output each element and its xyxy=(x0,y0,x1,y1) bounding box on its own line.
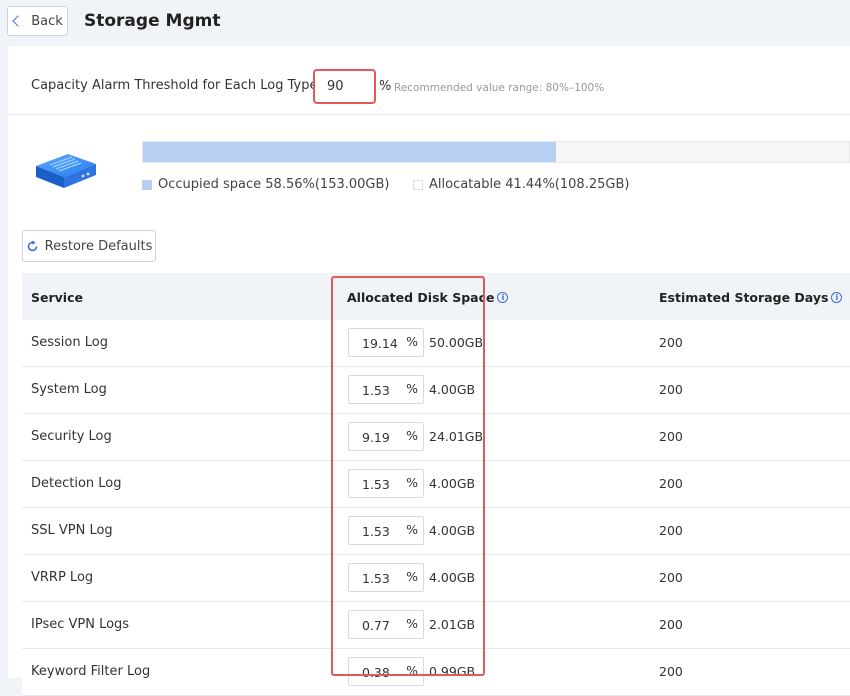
allocated-percent-value: 0.77 xyxy=(362,618,390,633)
allocated-size: 50.00GB xyxy=(429,335,484,350)
page-header: Back Storage Mgmt xyxy=(0,0,850,46)
allocated-percent-value: 9.19 xyxy=(362,430,390,445)
service-name: VRRP Log xyxy=(31,570,94,585)
allocated-percent-input[interactable]: 0.38% xyxy=(348,657,424,686)
header-days-label: Estimated Storage Days xyxy=(659,290,829,305)
percent-unit: % xyxy=(406,522,418,537)
allocated-size: 4.00GB xyxy=(429,570,476,585)
allocated-percent-input[interactable]: 1.53% xyxy=(348,469,424,498)
legend-allocatable: Allocatable 41.44%(108.25GB) xyxy=(413,177,629,192)
allocated-percent-input[interactable]: 1.53% xyxy=(348,563,424,592)
percent-unit: % xyxy=(406,428,418,443)
header-allocated-label: Allocated Disk Space xyxy=(347,290,495,305)
table-row: SSL VPN Log 1.53% 4.00GB 200 xyxy=(22,508,850,555)
storage-days: 200 xyxy=(659,570,683,585)
refresh-icon xyxy=(27,240,37,251)
disk-icon xyxy=(36,154,96,188)
percent-unit: % xyxy=(406,616,418,631)
page-title: Storage Mgmt xyxy=(84,11,221,31)
table-header: Service Allocated Disk Space i Estimated… xyxy=(22,273,850,320)
table-row: Security Log 9.19% 24.01GB 200 xyxy=(22,414,850,461)
back-label: Back xyxy=(31,13,63,29)
chevron-left-icon xyxy=(12,15,24,27)
allocated-percent-value: 1.53 xyxy=(362,383,390,398)
allocated-size: 0.99GB xyxy=(429,664,476,679)
percent-unit: % xyxy=(406,381,418,396)
service-name: System Log xyxy=(31,382,107,397)
allocated-percent-input[interactable]: 1.53% xyxy=(348,516,424,545)
threshold-row: Capacity Alarm Threshold for Each Log Ty… xyxy=(8,46,850,115)
allocated-percent-input[interactable]: 1.53% xyxy=(348,375,424,404)
storage-days: 200 xyxy=(659,382,683,397)
restore-defaults-button[interactable]: Restore Defaults xyxy=(22,230,156,262)
occupied-label: Occupied space 58.56%(153.00GB) xyxy=(158,177,390,192)
storage-days: 200 xyxy=(659,617,683,632)
header-allocated: Allocated Disk Space i xyxy=(347,290,509,305)
allocated-size: 24.01GB xyxy=(429,429,484,444)
occupied-swatch xyxy=(142,179,152,190)
legend-occupied: Occupied space 58.56%(153.00GB) xyxy=(142,177,389,192)
threshold-input[interactable]: 90 xyxy=(313,69,376,104)
threshold-label: Capacity Alarm Threshold for Each Log Ty… xyxy=(31,78,322,93)
allocated-size: 4.00GB xyxy=(429,476,476,491)
storage-days: 200 xyxy=(659,523,683,538)
storage-days: 200 xyxy=(659,664,683,679)
storage-days: 200 xyxy=(659,335,683,350)
header-days: Estimated Storage Days i xyxy=(659,290,843,305)
allocated-percent-value: 1.53 xyxy=(362,524,390,539)
table-row: Session Log 19.14% 50.00GB 200 xyxy=(22,320,850,367)
usage-bar-fill xyxy=(143,142,557,162)
restore-defaults-label: Restore Defaults xyxy=(44,238,153,254)
content-panel: Capacity Alarm Threshold for Each Log Ty… xyxy=(8,46,850,696)
table-body: Session Log 19.14% 50.00GB 200 System Log 1.5… xyxy=(22,320,850,696)
header-service-label: Service xyxy=(31,290,83,305)
back-button[interactable]: Back xyxy=(7,6,68,36)
percent-unit: % xyxy=(406,334,418,349)
table-row: Keyword Filter Log 0.38% 0.99GB 200 xyxy=(22,649,850,696)
info-icon[interactable]: i xyxy=(831,292,843,303)
storage-days: 200 xyxy=(659,429,683,444)
table-row: System Log 1.53% 4.00GB 200 xyxy=(22,367,850,414)
storage-days: 200 xyxy=(659,476,683,491)
threshold-hint: Recommended value range: 80%–100% xyxy=(394,82,605,94)
allocated-percent-value: 1.53 xyxy=(362,571,390,586)
allocated-percent-input[interactable]: 0.77% xyxy=(348,610,424,639)
allocated-percent-value: 1.53 xyxy=(362,477,390,492)
allocated-percent-input[interactable]: 19.14% xyxy=(348,328,424,357)
table-row: Detection Log 1.53% 4.00GB 200 xyxy=(22,461,850,508)
percent-unit: % xyxy=(406,663,418,678)
storage-table: Service Allocated Disk Space i Estimated… xyxy=(22,273,850,696)
percent-unit: % xyxy=(406,569,418,584)
allocated-percent-input[interactable]: 9.19% xyxy=(348,422,424,451)
table-row: IPsec VPN Logs 0.77% 2.01GB 200 xyxy=(22,602,850,649)
allocated-percent-value: 19.14 xyxy=(362,336,398,351)
allocatable-swatch xyxy=(413,179,423,190)
header-service: Service xyxy=(31,290,83,305)
percent-unit: % xyxy=(406,475,418,490)
allocatable-label: Allocatable 41.44%(108.25GB) xyxy=(429,177,630,192)
threshold-unit: % xyxy=(379,79,392,94)
service-name: Session Log xyxy=(31,335,108,350)
service-name: IPsec VPN Logs xyxy=(31,617,130,632)
service-name: Security Log xyxy=(31,429,112,444)
allocated-size: 4.00GB xyxy=(429,523,476,538)
service-name: SSL VPN Log xyxy=(31,523,113,538)
service-name: Detection Log xyxy=(31,476,122,491)
table-row: VRRP Log 1.53% 4.00GB 200 xyxy=(22,555,850,602)
service-name: Keyword Filter Log xyxy=(31,664,151,679)
allocated-size: 4.00GB xyxy=(429,382,476,397)
allocated-size: 2.01GB xyxy=(429,617,476,632)
usage-bar xyxy=(142,141,850,163)
info-icon[interactable]: i xyxy=(497,292,509,303)
